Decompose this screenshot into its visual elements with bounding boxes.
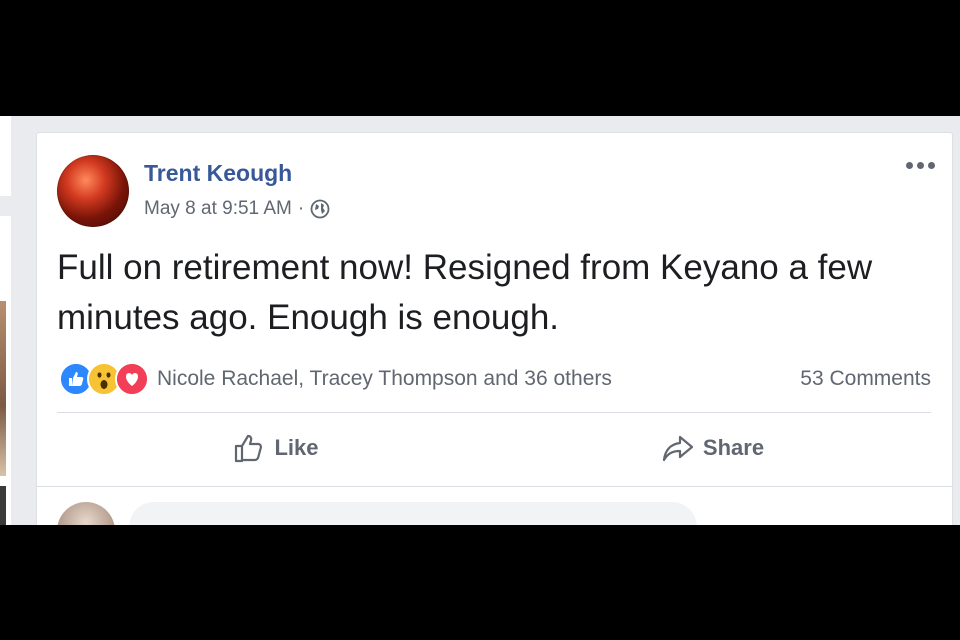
reactions-summary: Nicole Rachael, Tracey Thompson and 36 o… — [59, 361, 931, 397]
comments-divider — [37, 486, 952, 487]
thumbs-up-icon — [235, 434, 263, 463]
globe-icon[interactable] — [310, 199, 330, 219]
more-dot — [905, 161, 913, 169]
like-label: Like — [274, 435, 319, 460]
meta-separator: · — [297, 198, 305, 219]
share-arrow-icon — [662, 435, 694, 462]
love-icon — [115, 362, 149, 396]
commenter-avatar[interactable] — [57, 502, 115, 525]
post-actions: Like Share — [57, 418, 931, 478]
more-dot — [927, 161, 935, 169]
author-avatar[interactable] — [57, 155, 129, 227]
share-label: Share — [702, 435, 765, 460]
reacted-by-names[interactable]: Nicole Rachael, Tracey Thompson and 36 o… — [157, 367, 612, 391]
adjacent-photo-thumbnail-2 — [0, 486, 6, 525]
post-text: Full on retirement now! Resigned from Ke… — [57, 248, 873, 337]
more-options-icon[interactable] — [902, 157, 938, 173]
comment-row — [57, 502, 932, 525]
share-button[interactable]: Share — [494, 418, 931, 478]
comment-bubble — [129, 502, 697, 525]
letterbox-top — [0, 0, 960, 116]
post-card: Trent Keough May 8 at 9:51 AM · Full on … — [36, 132, 953, 525]
author-name[interactable]: Trent Keough — [144, 160, 292, 187]
adjacent-photo-thumbnail — [0, 301, 6, 476]
divider — [57, 412, 931, 413]
like-button[interactable]: Like — [57, 418, 494, 478]
reaction-icons[interactable] — [59, 362, 149, 396]
more-dot — [916, 161, 924, 169]
facebook-feed: Trent Keough May 8 at 9:51 AM · Full on … — [0, 116, 960, 525]
post-timestamp[interactable]: May 8 at 9:51 AM — [144, 198, 292, 220]
column-gap — [0, 196, 11, 216]
post-meta: May 8 at 9:51 AM · — [144, 198, 330, 220]
letterbox-bottom — [0, 525, 960, 640]
adjacent-column-edge — [0, 116, 11, 525]
comments-count[interactable]: 53 Comments — [800, 367, 931, 391]
